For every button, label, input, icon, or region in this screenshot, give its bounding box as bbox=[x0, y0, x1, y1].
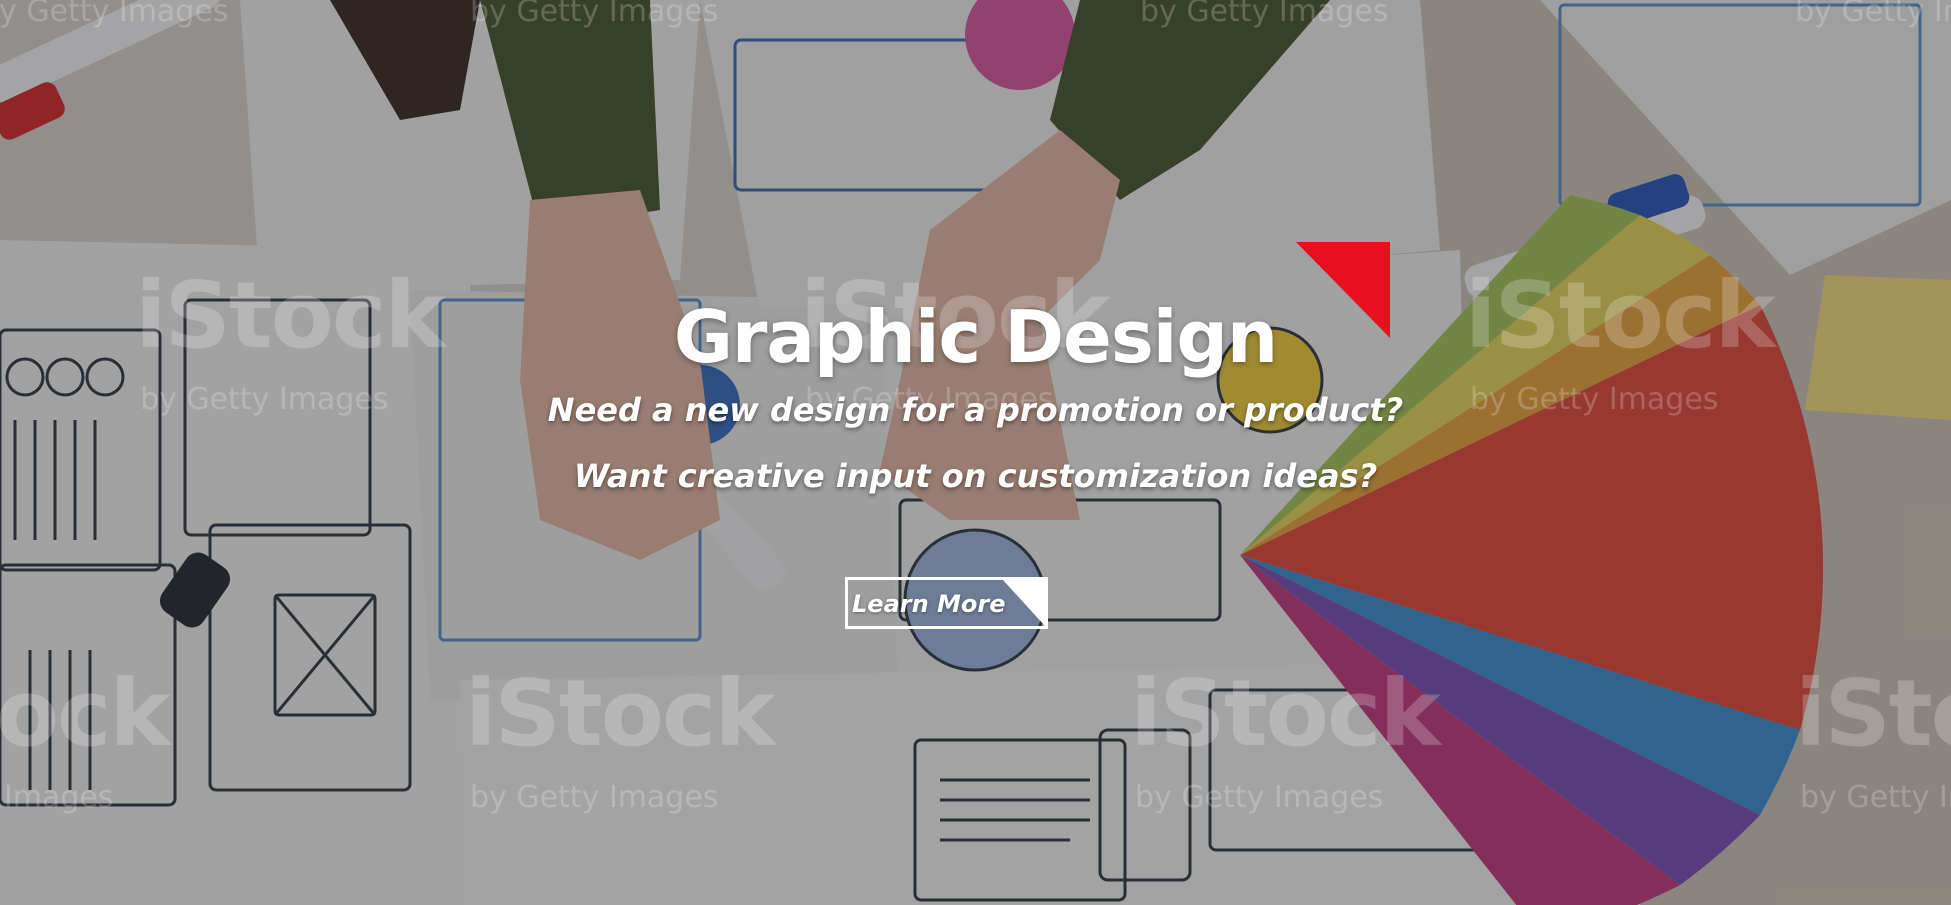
learn-more-label: Learn More bbox=[852, 590, 1006, 618]
hero-banner: by Getty Images by Getty Images by Getty… bbox=[0, 0, 1951, 905]
corner-triangle-icon bbox=[1003, 580, 1045, 626]
hero-tagline-1: Need a new design for a promotion or pro… bbox=[547, 391, 1404, 429]
learn-more-button[interactable]: Learn More bbox=[845, 577, 1048, 629]
hero-content: Graphic Design Need a new design for a p… bbox=[0, 290, 1951, 496]
hero-title: Graphic Design bbox=[673, 295, 1278, 379]
hero-tagline-2: Want creative input on customization ide… bbox=[573, 457, 1378, 495]
